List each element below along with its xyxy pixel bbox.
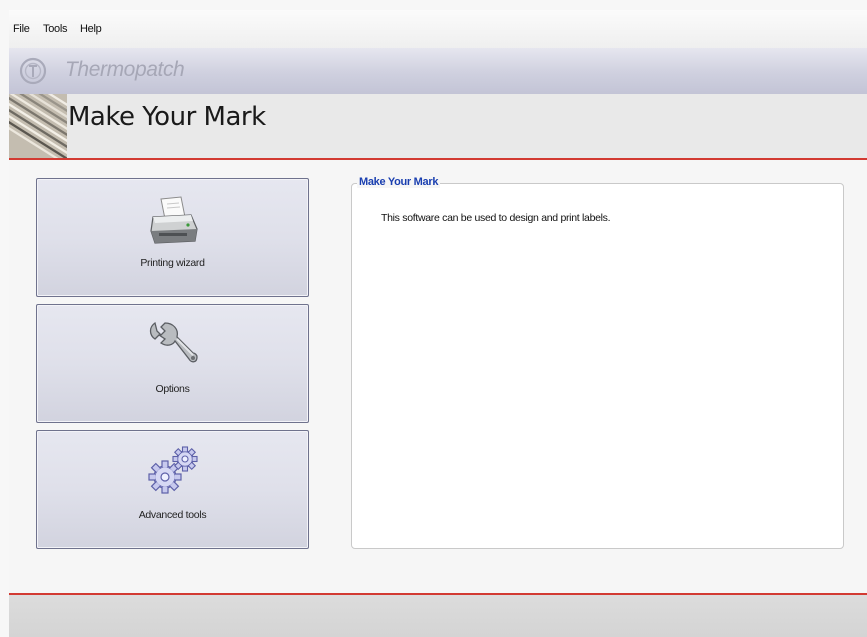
main-content: Printing wizard Options Advanced tools M… xyxy=(9,160,867,592)
printing-wizard-button[interactable]: Printing wizard xyxy=(36,178,309,297)
wrench-icon xyxy=(149,321,198,363)
menu-bar: File Tools Help xyxy=(9,10,867,49)
printing-wizard-label: Printing wizard xyxy=(140,257,205,269)
page-header: Make Your Mark xyxy=(9,94,867,158)
menu-help[interactable]: Help xyxy=(80,23,102,35)
info-panel-description: This software can be used to design and … xyxy=(381,212,611,224)
advanced-tools-button[interactable]: Advanced tools xyxy=(36,430,309,549)
app-window: File Tools Help Thermopatch Make Your Ma… xyxy=(9,10,867,637)
info-panel: Make Your Mark This software can be used… xyxy=(351,176,844,549)
status-bar xyxy=(9,595,867,637)
gears-icon xyxy=(147,446,198,494)
menu-tools[interactable]: Tools xyxy=(43,23,67,35)
options-button[interactable]: Options xyxy=(36,304,309,423)
advanced-tools-label: Advanced tools xyxy=(138,509,207,521)
page-title: Make Your Mark xyxy=(68,102,266,132)
info-panel-title: Make Your Mark xyxy=(357,176,441,188)
header-image xyxy=(9,94,67,158)
brand-name: Thermopatch xyxy=(65,58,185,81)
printer-icon xyxy=(149,196,198,244)
thermopatch-logo-icon xyxy=(19,57,47,85)
menu-file[interactable]: File xyxy=(13,23,30,35)
brand-bar: Thermopatch xyxy=(9,48,867,95)
options-label: Options xyxy=(155,383,190,395)
